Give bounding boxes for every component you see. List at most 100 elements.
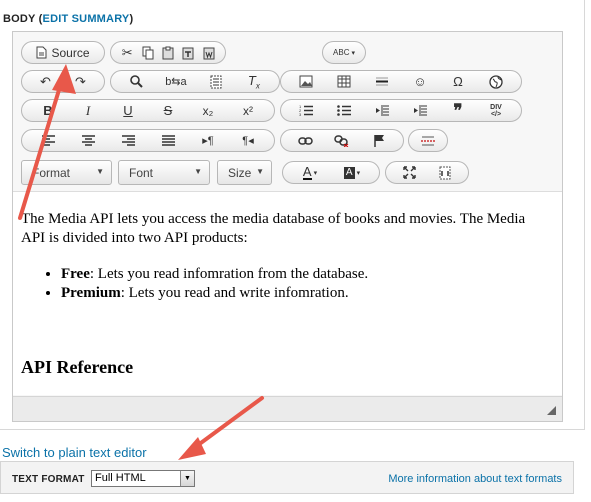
cut-button[interactable]: ✂ — [118, 43, 136, 62]
redo-button[interactable]: ↷ — [72, 72, 90, 91]
image-button[interactable] — [297, 72, 315, 91]
find-button[interactable] — [127, 72, 145, 91]
text-format-bar: TEXT FORMAT Full HTML ▼ More information… — [0, 461, 574, 494]
bold-icon: B — [43, 103, 53, 118]
div-button[interactable]: DIV </> — [487, 101, 505, 120]
italic-button[interactable]: I — [79, 101, 97, 120]
bulleted-list-icon — [337, 105, 351, 116]
bold-button[interactable]: B — [39, 101, 57, 120]
editor-statusbar — [13, 396, 562, 421]
page-break-icon — [421, 136, 435, 145]
link-button[interactable] — [296, 131, 314, 150]
underline-button[interactable]: U — [119, 101, 137, 120]
anchor-button[interactable] — [370, 131, 388, 150]
text-direction-ltr-icon: ▸¶ — [202, 135, 214, 147]
indent-button[interactable] — [411, 101, 429, 120]
background-color-icon: A — [343, 166, 355, 179]
spellcheck-group: ABC ▾ — [322, 41, 366, 64]
subscript-button[interactable]: x₂ — [199, 101, 217, 120]
text-format-select[interactable]: Full HTML ▼ — [91, 470, 195, 487]
indent-icon — [414, 105, 427, 116]
align-center-button[interactable] — [79, 131, 97, 150]
show-blocks-button[interactable] — [436, 163, 454, 182]
list-item-term: Premium — [61, 285, 121, 301]
undo-button[interactable]: ↶ — [37, 72, 55, 91]
maximize-button[interactable] — [401, 163, 419, 182]
resize-handle-icon[interactable] — [547, 406, 556, 415]
paste-text-icon — [182, 47, 194, 59]
strikethrough-icon: S — [163, 103, 173, 118]
text-color-button[interactable]: A ▾ — [301, 163, 319, 182]
table-button[interactable] — [335, 72, 353, 91]
chevron-down-icon: ▾ — [313, 169, 318, 177]
font-combo-label: Font — [129, 165, 154, 180]
font-combo[interactable]: Font ▼ — [118, 160, 210, 185]
paste-word-icon — [203, 47, 215, 59]
paste-word-button[interactable] — [200, 43, 218, 62]
editor-content[interactable]: The Media API lets you access the media … — [13, 191, 562, 395]
list-item-text: : Lets you read infomration from the dat… — [89, 266, 369, 282]
bg-color-button[interactable]: A ▾ — [343, 163, 361, 182]
special-char-button[interactable]: Ω — [449, 72, 467, 91]
show-blocks-icon — [439, 166, 450, 179]
strike-button[interactable]: S — [159, 101, 177, 120]
paste-text-button[interactable] — [179, 43, 197, 62]
spellcheck-button[interactable]: ABC ▾ — [333, 43, 355, 62]
justify-icon — [161, 135, 175, 146]
outdent-button[interactable] — [373, 101, 391, 120]
ltr-button[interactable]: ▸¶ — [199, 131, 217, 150]
paragraph-group: 123 ❞ DIV </> — [280, 99, 522, 122]
tools-group — [385, 161, 469, 184]
rtl-button[interactable]: ¶◂ — [239, 131, 257, 150]
italic-icon: I — [85, 102, 91, 118]
remove-format-button[interactable]: Tx — [245, 72, 263, 91]
content-heading: API Reference — [21, 357, 134, 377]
superscript-icon: x² — [243, 103, 253, 118]
editor-toolbar: Source ✂ ABC ▾ ↶ ↷ b⇆a Tx ☺ Ω B I U S x₂… — [13, 32, 562, 191]
find-replace-icon: b⇆a — [165, 76, 187, 88]
page-break-button[interactable] — [419, 131, 437, 150]
paste-button[interactable] — [159, 43, 177, 62]
chevron-down-icon: ▼ — [180, 471, 194, 486]
omega-icon: Ω — [453, 74, 463, 89]
numbered-list-button[interactable]: 123 — [297, 101, 315, 120]
alignment-group: ▸¶ ¶◂ — [21, 129, 275, 152]
select-all-icon — [210, 75, 222, 88]
edit-summary-link[interactable]: EDIT SUMMARY — [43, 13, 130, 25]
spellcheck-icon: ABC — [333, 48, 350, 57]
unlink-button[interactable] — [333, 131, 351, 150]
undo-group: ↶ ↷ — [21, 70, 105, 93]
blockquote-button[interactable]: ❞ — [449, 101, 467, 120]
format-combo[interactable]: Format ▼ — [21, 160, 112, 185]
align-left-button[interactable] — [39, 131, 57, 150]
more-info-text-formats-link[interactable]: More information about text formats — [388, 473, 562, 485]
content-bullet-list: Free: Lets you read infomration from the… — [21, 265, 368, 303]
document-source-icon — [36, 46, 47, 59]
hr-button[interactable] — [373, 72, 391, 91]
replace-button[interactable]: b⇆a — [165, 72, 186, 91]
size-combo[interactable]: Size ▼ — [217, 160, 272, 185]
source-group: Source — [21, 41, 105, 64]
smiley-button[interactable]: ☺ — [411, 72, 429, 91]
numbered-list-icon: 123 — [299, 104, 313, 117]
subscript-icon: x₂ — [202, 103, 214, 118]
justify-button[interactable] — [159, 131, 177, 150]
bulleted-list-button[interactable] — [335, 101, 353, 120]
iframe-button[interactable] — [487, 72, 505, 91]
superscript-button[interactable]: x² — [239, 101, 257, 120]
switch-to-plain-text-link[interactable]: Switch to plain text editor — [2, 445, 147, 460]
chevron-down-icon: ▼ — [256, 167, 264, 176]
align-right-button[interactable] — [119, 131, 137, 150]
text-color-icon: A — [302, 164, 312, 180]
redo-icon: ↷ — [75, 73, 86, 89]
outdent-icon — [376, 105, 389, 116]
chevron-down-icon: ▼ — [96, 167, 104, 176]
copy-button[interactable] — [139, 43, 157, 62]
source-button[interactable]: Source — [34, 43, 91, 62]
undo-icon: ↶ — [40, 73, 51, 89]
paste-icon — [162, 46, 174, 59]
colors-group: A ▾ A ▾ — [282, 161, 380, 184]
image-icon — [299, 75, 313, 88]
select-all-button[interactable] — [207, 72, 225, 91]
text-direction-rtl-icon: ¶◂ — [242, 135, 254, 147]
